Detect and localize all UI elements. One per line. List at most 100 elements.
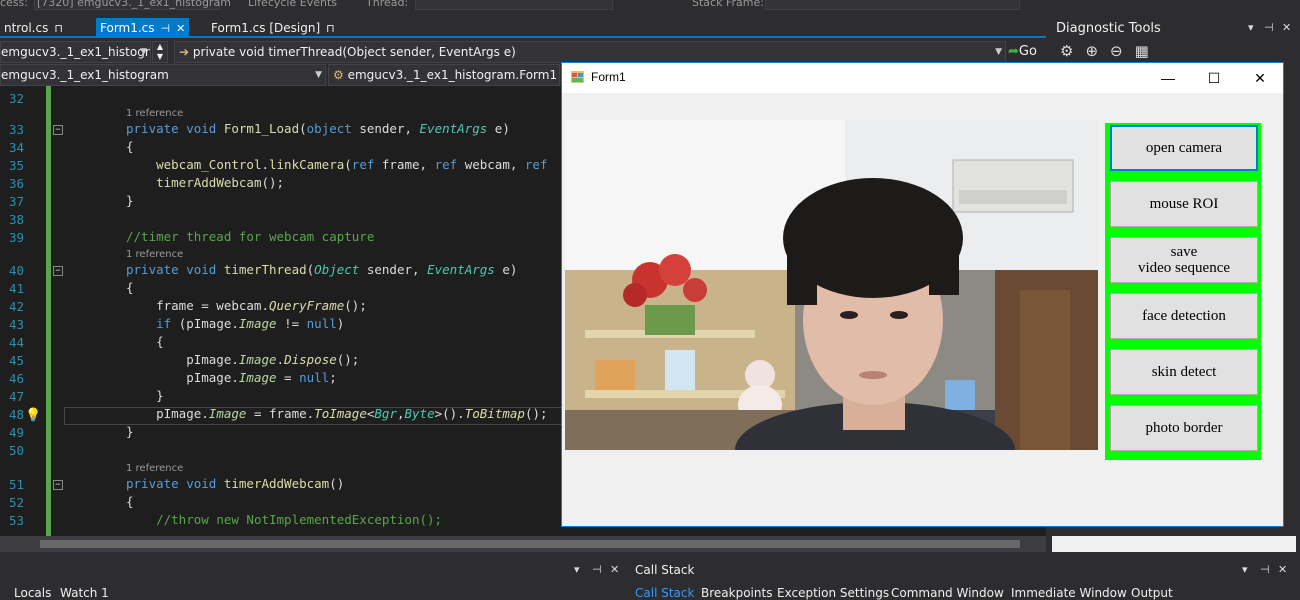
go-label: Go [1018, 44, 1037, 59]
tab-command-window[interactable]: Command Window [891, 586, 1004, 600]
member-dropdown[interactable]: ➔ private void timerThread(Object sender… [174, 41, 1006, 63]
lightbulb-icon[interactable]: 💡 [25, 408, 41, 423]
collapse-icon[interactable]: − [53, 480, 63, 490]
pin-icon[interactable]: ⊣ [161, 22, 171, 35]
tab-control-cs[interactable]: ntrol.cs ⊓ [0, 18, 67, 38]
process-value: [7320] emgucv3._1_ex1_histogram [37, 0, 231, 9]
tab-watch-1[interactable]: Watch 1 [60, 586, 109, 600]
tab-label: ntrol.cs [4, 21, 49, 35]
dropdown-icon[interactable]: ▾ [1248, 21, 1254, 34]
face-detection-button[interactable]: face detection [1110, 293, 1258, 339]
code-line: private void Form1_Load(object sender, E… [126, 121, 510, 136]
lifecycle-events-label[interactable]: Lifecycle Events [248, 0, 337, 9]
line-number: 39 [8, 230, 24, 245]
line-number: 35 [8, 158, 24, 173]
pin-icon[interactable]: ⊓ [326, 22, 335, 35]
close-icon[interactable]: ✕ [176, 22, 185, 35]
scope-dropdown-value: emgucv3._1_ex1_histogram [1, 68, 169, 82]
form1-window: Form1 — ☐ ✕ open camera mouse ROI save v… [561, 62, 1284, 527]
camera-picture-box[interactable] [565, 120, 1098, 450]
pin-icon[interactable]: ⊣ [1260, 563, 1270, 576]
debug-toolbar: cess: [7320] emgucv3._1_ex1_histogram Li… [0, 0, 1300, 16]
line-number: 52 [8, 495, 24, 510]
code-line: timerAddWebcam(); [156, 175, 285, 190]
line-number: 51 [8, 477, 24, 492]
tab-exception-settings[interactable]: Exception Settings [777, 586, 889, 600]
go-button[interactable]: ➦Go [1008, 41, 1046, 63]
close-icon[interactable]: ✕ [1282, 21, 1291, 34]
pin-icon[interactable]: ⊣ [592, 563, 602, 576]
open-camera-button[interactable]: open camera [1110, 125, 1258, 171]
codelens-reference[interactable]: 1 reference [126, 463, 183, 474]
line-number: 32 [8, 91, 24, 106]
thread-label: Thread: [366, 0, 409, 9]
tab-breakpoints[interactable]: Breakpoints [701, 586, 772, 600]
codelens-reference[interactable]: 1 reference [126, 108, 183, 119]
chevron-down-icon: ▼ [315, 70, 322, 80]
tab-form1-design[interactable]: Form1.cs [Design] ⊓ [207, 18, 339, 38]
tab-call-stack[interactable]: Call Stack [635, 586, 694, 600]
process-dropdown[interactable]: [7320] emgucv3._1_ex1_histogram [34, 0, 231, 10]
close-icon[interactable]: ✕ [1278, 563, 1287, 576]
code-line: webcam_Control.linkCamera(ref frame, ref… [156, 157, 548, 172]
line-number: 42 [8, 299, 24, 314]
collapse-icon[interactable]: − [53, 125, 63, 135]
zoom-out-icon[interactable]: ⊖ [1110, 42, 1135, 60]
split-spinner[interactable]: ▲ ▼ [152, 41, 168, 63]
code-line: { [126, 280, 134, 295]
reset-zoom-icon[interactable]: ▦ [1135, 42, 1161, 60]
pin-icon[interactable]: ⊣ [1264, 21, 1274, 34]
form1-title-bar[interactable]: Form1 — ☐ ✕ [562, 63, 1283, 93]
close-icon[interactable]: ✕ [1237, 63, 1283, 93]
stack-frame-dropdown[interactable] [765, 0, 1020, 10]
collapse-icon[interactable]: − [53, 266, 63, 276]
scope-dropdown[interactable]: emgucv3._1_ex1_histogram ▼ [0, 64, 326, 86]
code-line: } [126, 424, 134, 439]
class-dropdown[interactable]: ⚙ emgucv3._1_ex1_histogram.Form1 [328, 64, 560, 86]
diagnostic-scrollbar[interactable] [1052, 536, 1296, 552]
diagnostic-toolbar: ⚙⊕⊖▦ [1060, 42, 1161, 60]
code-line: pImage.Image = null; [126, 370, 337, 385]
code-line: { [126, 139, 134, 154]
code-line: frame = webcam.QueryFrame(); [126, 298, 367, 313]
line-number: 38 [8, 212, 24, 227]
tab-form1-cs[interactable]: Form1.cs ⊣ ✕ [96, 18, 190, 38]
line-number: 37 [8, 194, 24, 209]
close-icon[interactable]: ✕ [610, 563, 619, 576]
code-line: pImage.Image.Dispose(); [126, 352, 360, 367]
tab-immediate-window[interactable]: Immediate Window [1011, 586, 1127, 600]
form1-title: Form1 [591, 70, 626, 84]
class-icon: ⚙ [333, 68, 344, 82]
process-label: cess: [0, 0, 28, 9]
line-number: 46 [8, 371, 24, 386]
dropdown-icon[interactable]: ▾ [1242, 563, 1248, 576]
settings-icon[interactable]: ⚙ [1060, 42, 1085, 60]
codelens-reference[interactable]: 1 reference [126, 249, 183, 260]
code-line: pImage.Image = frame.ToImage<Bgr,Byte>()… [126, 406, 548, 421]
code-line: private void timerAddWebcam() [126, 476, 345, 491]
save-video-sequence-button[interactable]: save video sequence [1110, 237, 1258, 283]
maximize-icon[interactable]: ☐ [1191, 63, 1237, 93]
editor-horizontal-scrollbar[interactable] [0, 536, 1046, 552]
line-number: 47 [8, 389, 24, 404]
skin-detect-button[interactable]: skin detect [1110, 349, 1258, 395]
tab-output[interactable]: Output [1131, 586, 1173, 600]
project-dropdown-value: emgucv3._1_ex1_histogra [1, 45, 151, 59]
dropdown-icon[interactable]: ▾ [574, 563, 580, 576]
photo-border-button[interactable]: photo border [1110, 405, 1258, 451]
code-line: if (pImage.Image != null) [156, 316, 345, 331]
minimize-icon[interactable]: — [1145, 63, 1191, 93]
pin-icon[interactable]: ⊓ [54, 22, 63, 35]
line-number: 43 [8, 317, 24, 332]
zoom-in-icon[interactable]: ⊕ [1085, 42, 1110, 60]
tab-locals[interactable]: Locals [14, 586, 51, 600]
scrollbar-thumb[interactable] [40, 540, 1020, 548]
project-dropdown[interactable]: emgucv3._1_ex1_histogra ▼ [0, 41, 151, 63]
thread-dropdown[interactable] [415, 0, 613, 10]
line-number: 49 [8, 425, 24, 440]
code-line: { [126, 494, 134, 509]
line-number: 36 [8, 176, 24, 191]
class-dropdown-value: emgucv3._1_ex1_histogram.Form1 [347, 68, 558, 82]
mouse-roi-button[interactable]: mouse ROI [1110, 181, 1258, 227]
change-tracking-bar [46, 86, 51, 536]
